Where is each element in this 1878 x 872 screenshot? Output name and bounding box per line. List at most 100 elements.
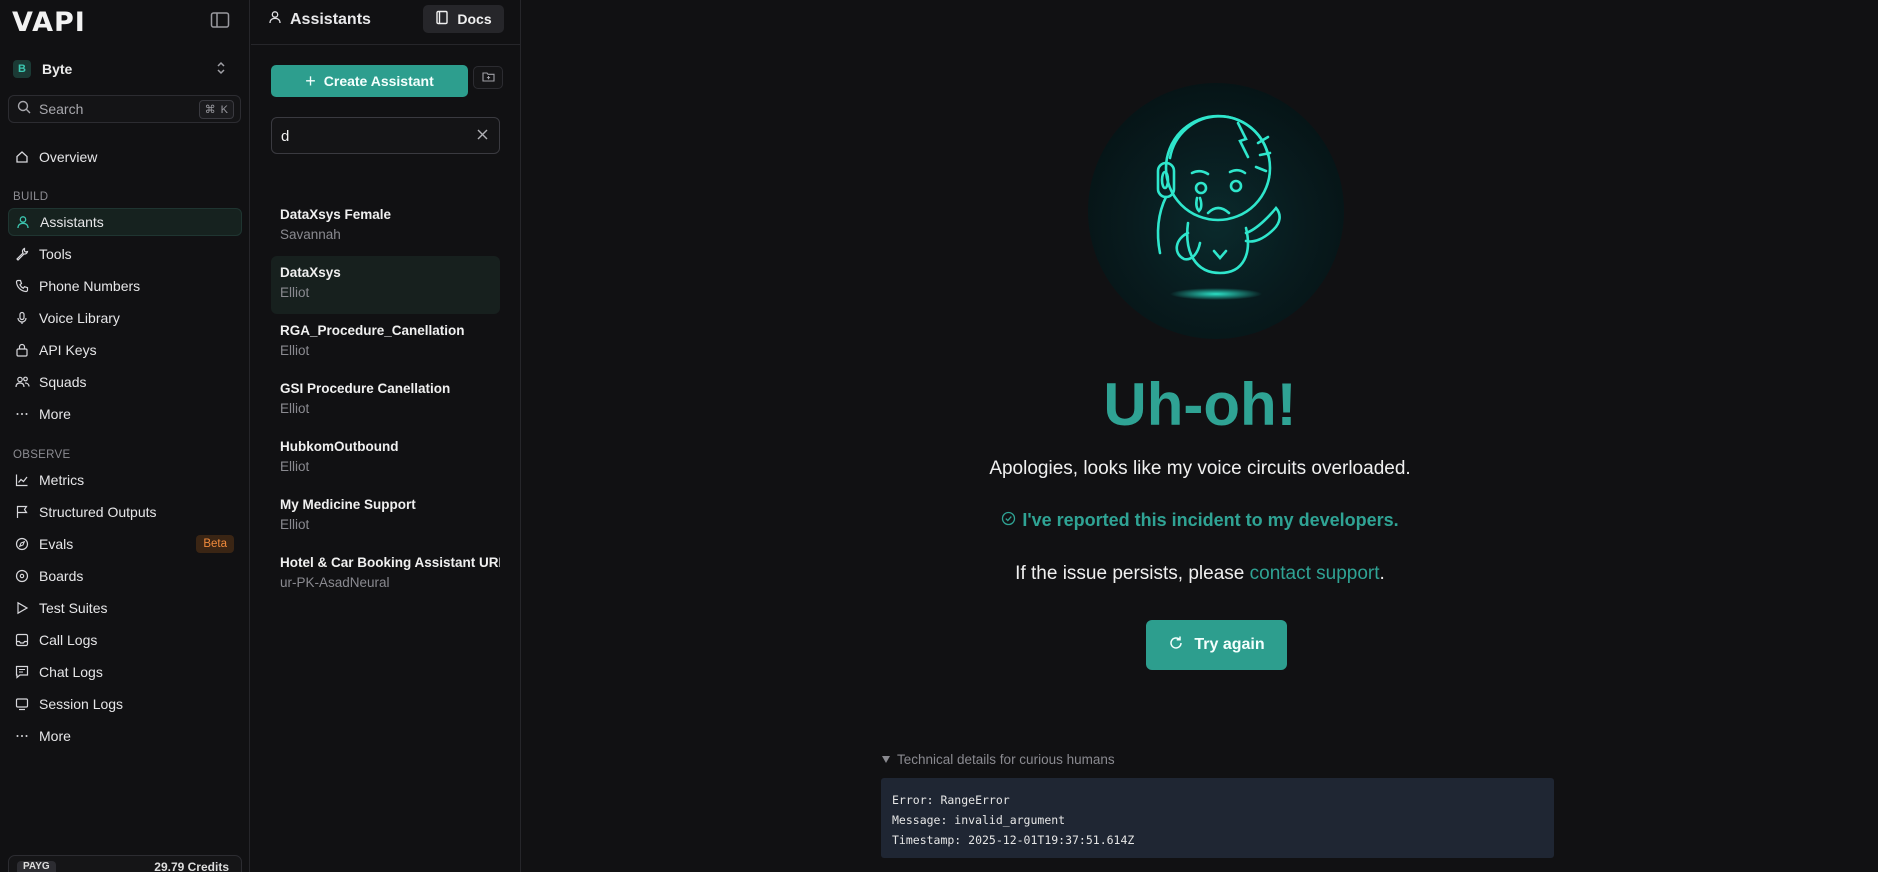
assistant-list-item[interactable]: DataXsys Elliot (271, 256, 500, 314)
sidebar-item-label: API Keys (39, 342, 97, 358)
user-icon (15, 214, 31, 230)
refresh-icon (1168, 635, 1184, 656)
observe-section-heading: OBSERVE (13, 449, 71, 461)
triangle-down-icon (881, 752, 891, 767)
error-title: Uh-oh! (1103, 371, 1297, 438)
persist-help-text: If the issue persists, please contact su… (522, 563, 1878, 585)
assistant-list-item[interactable]: GSI Procedure Canellation Elliot (271, 372, 500, 430)
sidebar-item-label: Call Logs (39, 632, 98, 648)
flag-icon (14, 504, 30, 520)
session-icon (14, 696, 30, 712)
create-assistant-label: Create Assistant (323, 73, 434, 89)
more-icon (14, 406, 30, 422)
sidebar-item-voice-library[interactable]: Voice Library (8, 304, 242, 332)
message-icon (14, 664, 30, 680)
compass-icon (14, 536, 30, 552)
org-name: Byte (42, 61, 73, 77)
sidebar-item-label: Test Suites (39, 600, 108, 616)
assistant-name: DataXsys (280, 265, 341, 280)
new-folder-button[interactable] (473, 66, 503, 89)
assistant-list-item[interactable]: Hotel & Car Booking Assistant URDU ur-PK… (271, 546, 500, 604)
play-icon (14, 600, 30, 616)
sidebar-item-metrics[interactable]: Metrics (8, 466, 242, 494)
sidebar-item-observe-more[interactable]: More (8, 722, 242, 750)
sidebar-item-label: More (39, 406, 71, 422)
docs-button[interactable]: Docs (423, 5, 504, 33)
assistant-name: HubkomOutbound (280, 439, 399, 454)
persist-prefix: If the issue persists, please (1015, 563, 1250, 584)
palette-icon (14, 568, 30, 584)
assistant-voice: Elliot (280, 343, 310, 358)
sidebar-item-label: Evals (39, 536, 74, 552)
credits-value: 29.79 Credits (154, 860, 229, 872)
search-shortcut: ⌘ K (198, 100, 234, 119)
users-icon (14, 374, 30, 390)
user-icon (268, 10, 282, 29)
beta-badge: Beta (196, 535, 234, 553)
assistant-name: Hotel & Car Booking Assistant URDU (280, 555, 500, 570)
sidebar-toggle-icon[interactable] (210, 11, 232, 31)
sidebar-item-assistants[interactable]: Assistants (8, 208, 242, 236)
create-assistant-button[interactable]: + Create Assistant (271, 65, 468, 97)
technical-details-toggle[interactable]: Technical details for curious humans (881, 752, 1115, 767)
shortcut-key: K (220, 103, 228, 116)
try-again-label: Try again (1194, 636, 1265, 653)
chart-icon (14, 472, 30, 488)
sidebar-item-build-more[interactable]: More (8, 400, 242, 428)
assistant-voice: ur-PK-AsadNeural (280, 575, 390, 590)
page-title: Assistants (268, 10, 371, 29)
sidebar-item-label: Phone Numbers (39, 278, 141, 294)
sidebar-item-evals[interactable]: Evals Beta (8, 530, 242, 558)
check-circle-icon (1001, 510, 1016, 531)
assistant-list-item[interactable]: My Medicine Support Elliot (271, 488, 500, 546)
assistant-list-item[interactable]: RGA_Procedure_Canellation Elliot (271, 314, 500, 372)
assistants-header: Assistants Docs (251, 0, 521, 45)
assistant-voice: Elliot (280, 285, 310, 300)
vapi-logo[interactable]: VAPI (12, 7, 86, 38)
sidebar-item-api-keys[interactable]: API Keys (8, 336, 242, 364)
technical-details-box: Error: RangeError Message: invalid_argum… (881, 778, 1554, 858)
assistant-search-field[interactable] (271, 117, 500, 154)
plus-icon: + (305, 70, 316, 91)
try-again-button[interactable]: Try again (1146, 620, 1287, 670)
wrench-icon (14, 246, 30, 262)
build-section-heading: BUILD (13, 191, 49, 203)
assistant-voice: Elliot (280, 517, 310, 532)
sidebar-item-chat-logs[interactable]: Chat Logs (8, 658, 242, 686)
phone-icon (14, 278, 30, 294)
error-type-line: Error: RangeError (892, 793, 1010, 807)
sidebar-item-test-suites[interactable]: Test Suites (8, 594, 242, 622)
clear-search-icon[interactable] (476, 128, 489, 146)
incident-reported-notice: I've reported this incident to my develo… (522, 510, 1878, 531)
assistant-list-item[interactable]: HubkomOutbound Elliot (271, 430, 500, 488)
sidebar-item-label: Squads (39, 374, 87, 390)
search-button[interactable]: Search ⌘ K (8, 95, 241, 123)
app-root: VAPI B Byte Search ⌘ K Overview BUILD As… (0, 0, 1878, 872)
plan-credits-card[interactable]: PAYG 29.79 Credits (8, 855, 242, 872)
assistant-voice: Elliot (280, 401, 310, 416)
error-page: Uh-oh! Apologies, looks like my voice ci… (522, 0, 1878, 872)
sidebar-item-label: Chat Logs (39, 664, 103, 680)
search-icon (17, 100, 31, 119)
sidebar-item-label: More (39, 728, 71, 744)
contact-support-link[interactable]: contact support (1250, 563, 1380, 584)
sidebar-item-boards[interactable]: Boards (8, 562, 242, 590)
assistant-search-input[interactable] (281, 126, 461, 146)
sidebar-item-session-logs[interactable]: Session Logs (8, 690, 242, 718)
microphone-icon (14, 310, 30, 326)
assistant-list-item[interactable]: DataXsys Female Savannah (271, 198, 500, 256)
sidebar-item-tools[interactable]: Tools (8, 240, 242, 268)
sidebar-item-phone-numbers[interactable]: Phone Numbers (8, 272, 242, 300)
sidebar-item-label: Voice Library (39, 310, 120, 326)
technical-details-label: Technical details for curious humans (897, 752, 1115, 767)
error-timestamp-line: Timestamp: 2025-12-01T19:37:51.614Z (892, 833, 1135, 847)
sidebar-item-squads[interactable]: Squads (8, 368, 242, 396)
org-switcher[interactable]: B Byte (9, 56, 241, 82)
sidebar-item-structured-outputs[interactable]: Structured Outputs (8, 498, 242, 526)
assistants-panel: Assistants Docs + Create Assistant d Dat… (251, 0, 521, 872)
sidebar-item-call-logs[interactable]: Call Logs (8, 626, 242, 654)
persist-suffix: . (1379, 563, 1385, 584)
folder-icon (481, 69, 495, 87)
sidebar-item-overview[interactable]: Overview (8, 143, 242, 171)
home-icon (14, 149, 30, 165)
